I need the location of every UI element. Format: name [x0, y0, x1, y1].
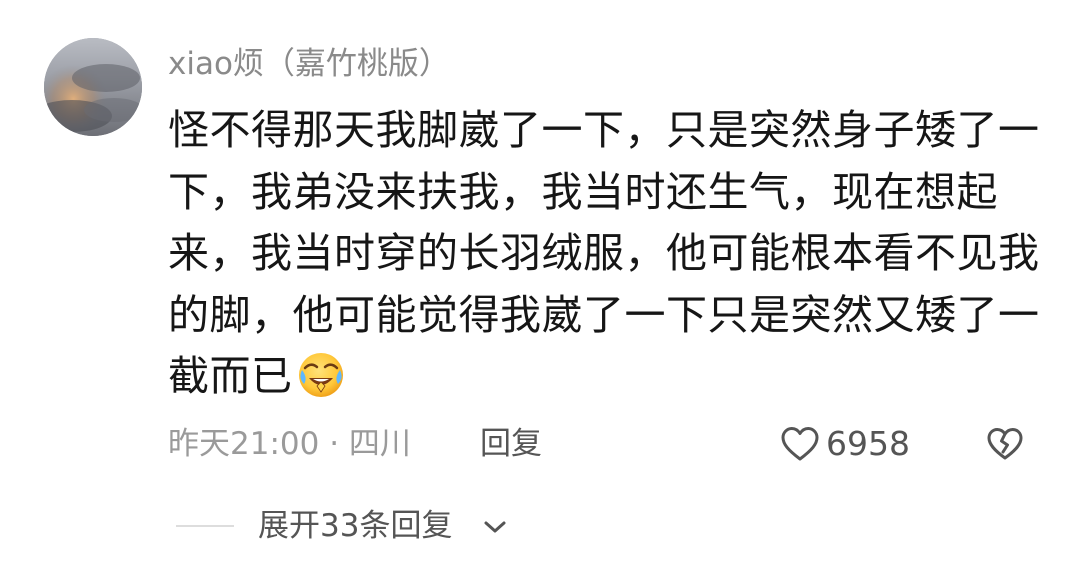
- time-location: 昨天21:00 · 四川: [168, 420, 411, 468]
- divider: [176, 525, 234, 527]
- reply-button[interactable]: 回复: [480, 420, 542, 468]
- crying-laughing-emoji-icon: [298, 353, 343, 397]
- expand-replies-button[interactable]: 展开33条回复: [258, 504, 452, 548]
- comment-line: 的脚，他可能觉得我崴了一下只是突然又矮了一: [168, 290, 1040, 339]
- meta-separator: ·: [329, 426, 340, 462]
- expand-replies: 展开33条回复: [176, 504, 576, 548]
- comment-line: 下，我弟没来扶我，我当时还生气，现在想起: [168, 167, 998, 216]
- chevron-down-icon[interactable]: [482, 518, 508, 536]
- comment-line-last: 截而已: [168, 346, 1038, 408]
- avatar[interactable]: [44, 38, 142, 136]
- comment-line: 截而已: [168, 352, 293, 400]
- comment-item: xiao烦（嘉竹桃版） 怪不得那天我脚崴了一下，只是突然身子矮了一 下，我弟没来…: [0, 0, 1080, 573]
- comment-meta: 昨天21:00 · 四川 回复 6958: [168, 420, 1038, 468]
- comment-line: 来，我当时穿的长羽绒服，他可能根本看不见我: [168, 229, 1040, 277]
- heart-outline-icon: [781, 427, 819, 461]
- comment-text: 怪不得那天我脚崴了一下，只是突然身子矮了一 下，我弟没来扶我，我当时还生气，现在…: [168, 100, 1040, 408]
- broken-heart-icon[interactable]: [986, 426, 1024, 462]
- like-count: 6958: [826, 424, 910, 463]
- comment-location: 四川: [348, 426, 411, 462]
- comment-line: 怪不得那天我脚崴了一下，只是突然身子矮了一: [168, 106, 1040, 154]
- avatar-image: [44, 38, 142, 136]
- comment-time: 昨天21:00: [168, 426, 320, 462]
- username[interactable]: xiao烦（嘉竹桃版）: [168, 42, 450, 86]
